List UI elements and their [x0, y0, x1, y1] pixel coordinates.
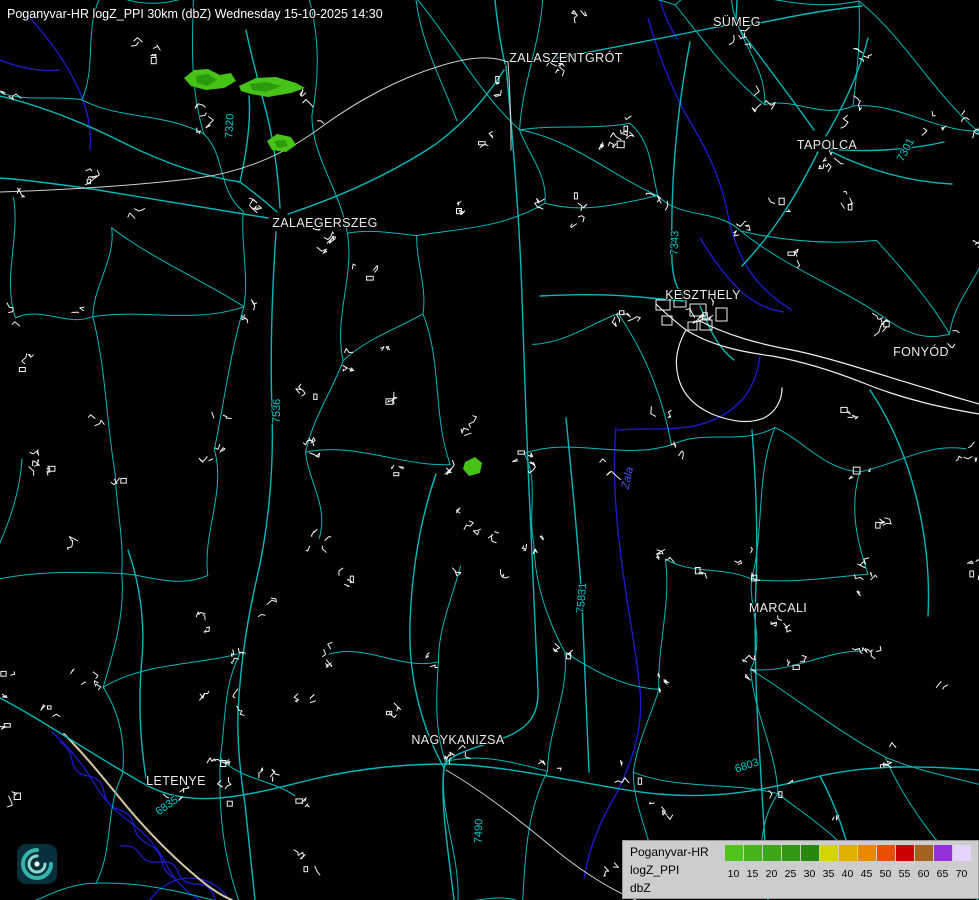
product-title: Poganyvar-HR logZ_PPI 30km (dbZ) Wednesd…: [7, 7, 383, 21]
settlements-layer: [0, 11, 979, 879]
legend-title-unit: dbZ: [630, 881, 716, 895]
legend-swatch: [782, 845, 800, 861]
legend-step: 65: [933, 845, 952, 880]
legend-step: 15: [743, 845, 762, 880]
legend-swatch: [820, 845, 838, 861]
legend-swatch: [896, 845, 914, 861]
spiral-icon: [16, 843, 58, 885]
legend-value: 60: [918, 868, 930, 880]
legend-swatch: [953, 845, 971, 861]
legend-value: 20: [766, 868, 778, 880]
legend-step: 60: [914, 845, 933, 880]
legend-step: 30: [800, 845, 819, 880]
legend-title-block: Poganyvar-HR logZ_PPI dbZ: [630, 845, 716, 895]
legend-value: 55: [899, 868, 911, 880]
legend-value: 25: [785, 868, 797, 880]
legend-color-scale: 10 15 20 25 30 35 40 45 50 55 60 65 70: [724, 845, 971, 895]
legend-title-product: logZ_PPI: [630, 863, 716, 877]
legend-value: 50: [880, 868, 892, 880]
radar-echo: [463, 457, 482, 476]
legend-step: 55: [895, 845, 914, 880]
legend-value: 10: [728, 868, 740, 880]
legend-value: 15: [747, 868, 759, 880]
legend-value: 70: [956, 868, 968, 880]
railways-layer: [0, 58, 636, 900]
legend-swatch: [763, 845, 781, 861]
radar-image: Poganyvar-HR logZ_PPI 30km (dbZ) Wednesd…: [0, 0, 979, 900]
roads-layer: [0, 0, 979, 900]
legend-value: 30: [804, 868, 816, 880]
legend-value: 40: [842, 868, 854, 880]
legend-value: 45: [861, 868, 873, 880]
rivers-layer: [0, 0, 792, 900]
legend-step: 40: [838, 845, 857, 880]
legend-value: 65: [937, 868, 949, 880]
legend-step: 20: [762, 845, 781, 880]
border-layer: [64, 734, 232, 900]
radar-map-canvas: [0, 0, 979, 900]
legend-step: 50: [876, 845, 895, 880]
legend-step: 25: [781, 845, 800, 880]
legend-step: 70: [952, 845, 971, 880]
legend-swatch: [725, 845, 743, 861]
legend-swatch: [801, 845, 819, 861]
legend-swatch: [915, 845, 933, 861]
legend-value: 35: [823, 868, 835, 880]
legend-swatch: [744, 845, 762, 861]
legend: Poganyvar-HR logZ_PPI dbZ 10 15 20 25 30 35 40…: [622, 840, 979, 899]
legend-swatch: [877, 845, 895, 861]
legend-step: 45: [857, 845, 876, 880]
legend-step: 35: [819, 845, 838, 880]
legend-swatch: [858, 845, 876, 861]
legend-step: 10: [724, 845, 743, 880]
echoes-layer: [184, 69, 482, 476]
radar-spiral-logo: [16, 843, 58, 885]
legend-title-radar: Poganyvar-HR: [630, 845, 716, 859]
legend-swatch: [839, 845, 857, 861]
legend-swatch: [934, 845, 952, 861]
